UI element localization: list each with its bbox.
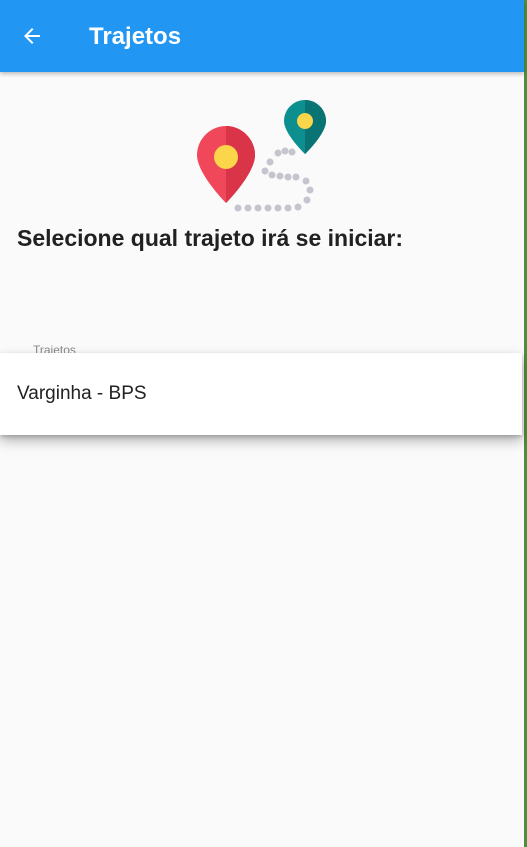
page-title: Trajetos — [89, 23, 182, 50]
route-map-pins-icon — [192, 96, 332, 218]
arrow-left-icon — [24, 28, 40, 44]
route-option-label: Varginha - BPS — [17, 383, 147, 404]
app-bar: Trajetos — [0, 0, 524, 72]
route-dropdown-menu: Varginha - BPS — [0, 353, 522, 435]
back-button[interactable] — [12, 16, 52, 56]
route-option-varginha-bps[interactable]: Varginha - BPS — [0, 353, 522, 435]
instruction-heading: Selecione qual trajeto irá se iniciar: — [17, 225, 404, 251]
